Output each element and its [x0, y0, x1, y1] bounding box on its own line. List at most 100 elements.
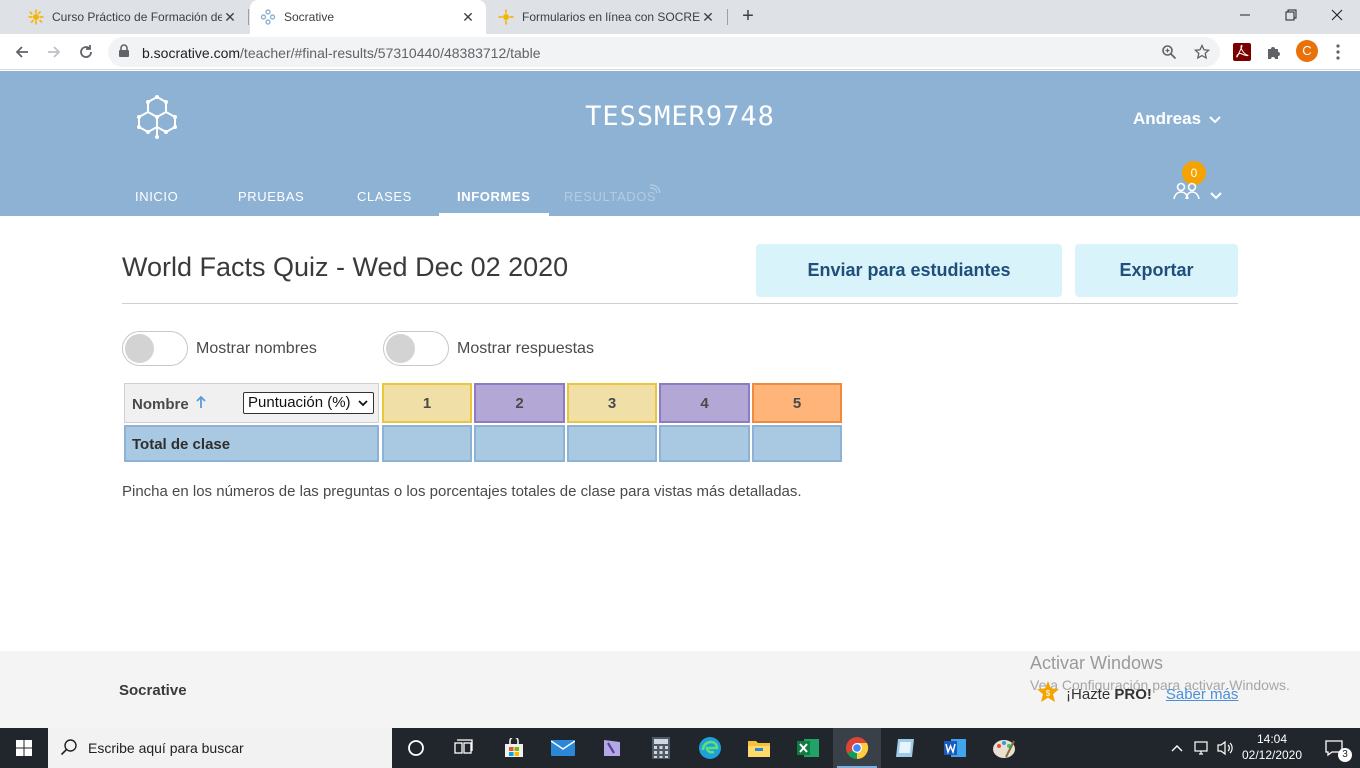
sort-arrow-up-icon — [195, 395, 207, 413]
send-to-students-button[interactable]: Enviar para estudiantes — [756, 244, 1062, 297]
chevron-down-icon — [1210, 187, 1222, 205]
question-2-header[interactable]: 2 — [474, 383, 565, 423]
question-3-header[interactable]: 3 — [567, 383, 657, 423]
help-hint: Pincha en los números de las preguntas o… — [122, 483, 802, 500]
toggle-knob — [386, 334, 415, 363]
paint-icon[interactable] — [980, 728, 1028, 768]
search-icon — [60, 738, 78, 761]
system-clock[interactable]: 14:04 02/12/2020 — [1240, 731, 1304, 763]
clock-date: 02/12/2020 — [1241, 748, 1303, 762]
question-5-header[interactable]: 5 — [752, 383, 842, 423]
score-sort-select[interactable]: Puntuación (%) — [243, 392, 374, 414]
url-path: /teacher/#final-results/57310440/4838371… — [240, 45, 541, 61]
user-name: Andreas — [1133, 109, 1202, 128]
title-divider — [122, 303, 1238, 304]
url-text: b.socrative.com/teacher/#final-results/5… — [142, 45, 541, 61]
report-title: World Facts Quiz - Wed Dec 02 2020 — [122, 252, 569, 282]
chevron-down-icon — [1209, 109, 1221, 129]
class-total-q4[interactable] — [659, 425, 750, 462]
profile-avatar[interactable]: C — [1296, 40, 1318, 62]
clock-time: 14:04 — [1256, 732, 1288, 746]
question-4-header[interactable]: 4 — [659, 383, 750, 423]
windows-taskbar: Escribe aquí para buscar 14:04 02/12/202… — [0, 728, 1360, 768]
class-total-q1[interactable] — [382, 425, 472, 462]
windows-activation-title: Activar Windows — [1030, 653, 1164, 673]
show-hidden-icons-chevron-icon[interactable] — [1166, 728, 1188, 768]
chrome-icon[interactable] — [833, 728, 881, 768]
nav-clases[interactable]: CLASES — [357, 189, 412, 204]
browser-tab-strip: Curso Práctico de Formación de ✕ Socrati… — [0, 0, 1360, 34]
mail-icon[interactable] — [539, 728, 587, 768]
close-tab-icon[interactable]: ✕ — [460, 9, 476, 25]
pro-text: ¡Hazte PRO! — [1066, 686, 1152, 703]
show-answers-toggle[interactable] — [383, 331, 449, 366]
nav-inicio[interactable]: INICIO — [135, 189, 178, 204]
tab-curso[interactable]: Curso Práctico de Formación de ✕ — [8, 0, 248, 34]
close-tab-icon[interactable]: ✕ — [700, 9, 716, 25]
sort-by-name[interactable]: Nombre — [132, 395, 207, 413]
close-window-button[interactable] — [1314, 0, 1360, 30]
tab-formularios[interactable]: Formularios en línea con SOCREA ✕ — [486, 0, 726, 34]
restore-button[interactable] — [1268, 0, 1314, 30]
word-icon[interactable] — [931, 728, 979, 768]
class-total-row[interactable]: Total de clase — [124, 425, 379, 462]
nav-resultados: RESULTADOS — [564, 189, 657, 204]
svg-text:$: $ — [1046, 689, 1051, 698]
forward-button[interactable] — [42, 40, 66, 64]
sun-favicon-icon — [28, 9, 44, 25]
file-explorer-icon[interactable] — [735, 728, 783, 768]
class-total-q3[interactable] — [567, 425, 657, 462]
taskbar-search-box[interactable]: Escribe aquí para buscar — [48, 728, 392, 768]
volume-icon[interactable] — [1214, 728, 1238, 768]
class-total-q5[interactable] — [752, 425, 842, 462]
active-nav-indicator — [439, 213, 549, 216]
export-button[interactable]: Exportar — [1075, 244, 1238, 297]
task-view-icon[interactable] — [440, 728, 488, 768]
new-tab-button[interactable]: + — [736, 5, 760, 29]
address-bar[interactable]: b.socrative.com/teacher/#final-results/5… — [108, 37, 1220, 67]
browser-menu-icon[interactable] — [1328, 42, 1348, 62]
profile-initial: C — [1302, 43, 1312, 58]
minimize-button[interactable] — [1222, 0, 1268, 30]
live-signal-icon — [648, 182, 662, 200]
tab-title: Socrative — [284, 10, 335, 24]
class-total-q2[interactable] — [474, 425, 565, 462]
network-icon[interactable] — [1190, 728, 1214, 768]
onenote-icon[interactable] — [588, 728, 636, 768]
zoom-icon[interactable] — [1160, 43, 1178, 61]
reload-button[interactable] — [74, 40, 98, 64]
url-domain: b.socrative.com — [142, 45, 241, 61]
user-menu[interactable]: Andreas — [1133, 109, 1221, 129]
excel-icon[interactable] — [784, 728, 832, 768]
extensions-puzzle-icon[interactable] — [1264, 42, 1284, 62]
name-column-header: Nombre Puntuación (%) — [124, 383, 379, 423]
show-names-toggle[interactable] — [122, 331, 188, 366]
windows-start-button[interactable] — [0, 728, 48, 768]
calculator-icon[interactable] — [637, 728, 685, 768]
edge-icon[interactable] — [686, 728, 734, 768]
tab-socrative[interactable]: Socrative ✕ — [250, 0, 486, 34]
footer-brand: Socrative — [119, 682, 187, 699]
acrobat-extension-icon[interactable] — [1232, 42, 1252, 62]
notifications-menu[interactable]: 0 — [1172, 159, 1232, 200]
nav-pruebas[interactable]: PRUEBAS — [238, 189, 304, 204]
question-1-header[interactable]: 1 — [382, 383, 472, 423]
action-center-icon[interactable]: 3 — [1314, 728, 1354, 768]
app-icon[interactable] — [882, 728, 930, 768]
back-button[interactable] — [10, 40, 34, 64]
bookmark-star-icon[interactable] — [1193, 43, 1211, 61]
class-total-label: Total de clase — [132, 436, 231, 453]
select-value: Puntuación (%) — [248, 394, 351, 411]
tab-separator — [727, 9, 728, 25]
microsoft-store-icon[interactable] — [490, 728, 538, 768]
close-tab-icon[interactable]: ✕ — [222, 9, 238, 25]
tab-separator — [248, 9, 249, 25]
browser-toolbar: b.socrative.com/teacher/#final-results/5… — [0, 34, 1360, 70]
learn-more-link[interactable]: Saber más — [1166, 686, 1239, 703]
students-icon — [1172, 179, 1202, 206]
name-header-label: Nombre — [132, 395, 189, 413]
cortana-icon[interactable] — [392, 728, 440, 768]
nav-informes[interactable]: INFORMES — [457, 189, 530, 204]
tab-title: Curso Práctico de Formación de — [52, 10, 222, 24]
app-header: TESSMER9748 Andreas INICIO PRUEBAS CLASE… — [0, 71, 1360, 216]
